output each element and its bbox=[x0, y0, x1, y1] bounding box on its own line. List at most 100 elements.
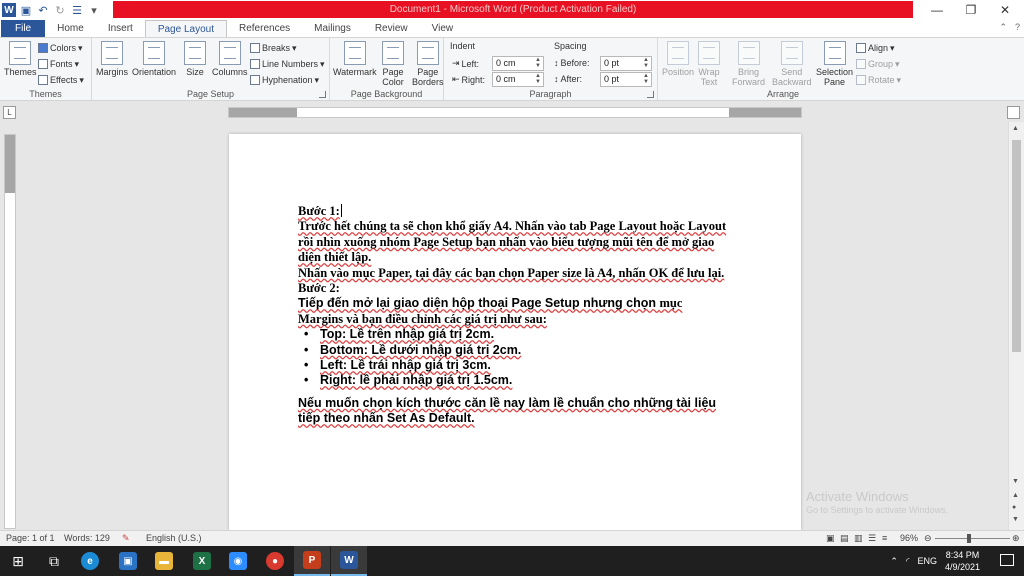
save-icon[interactable]: ▣ bbox=[19, 3, 33, 17]
select-browse-object-icon[interactable]: ● bbox=[1012, 504, 1016, 511]
page-setup-launcher-icon[interactable] bbox=[319, 91, 326, 98]
zoom-in-icon[interactable]: ⊕ bbox=[1012, 533, 1020, 544]
outline-icon[interactable]: ☰ bbox=[868, 533, 876, 544]
file-explorer-icon[interactable]: ▬ bbox=[146, 546, 182, 576]
word-taskbar-icon[interactable]: W bbox=[331, 546, 367, 576]
store-icon[interactable]: ▣ bbox=[110, 546, 146, 576]
redo-icon[interactable]: ↻ bbox=[53, 3, 67, 17]
ruler-left-margin bbox=[229, 108, 297, 117]
restore-button[interactable]: ❐ bbox=[954, 0, 988, 20]
align-button[interactable]: Align ▾ bbox=[856, 41, 895, 55]
language-status[interactable]: English (U.S.) bbox=[146, 533, 202, 543]
close-button[interactable]: ✕ bbox=[988, 0, 1022, 20]
view-ruler-icon[interactable] bbox=[1007, 106, 1020, 119]
indent-right-spin-icon[interactable]: ▲ ▼ bbox=[535, 73, 541, 85]
numbering-icon[interactable]: ☰ bbox=[70, 3, 84, 17]
undo-icon[interactable]: ↶ bbox=[36, 3, 50, 17]
effects-button[interactable]: Effects ▾ bbox=[38, 73, 84, 87]
vertical-ruler[interactable] bbox=[4, 134, 16, 529]
step1-paragraph-1: Trước hết chúng ta sẽ chọn khổ giấy A4. … bbox=[298, 219, 727, 265]
task-view-icon[interactable]: ⧉ bbox=[36, 546, 72, 576]
bring-forward-icon bbox=[737, 41, 760, 65]
wrap-text-button[interactable]: Wrap Text bbox=[698, 41, 720, 87]
collapse-ribbon-icon[interactable]: ⌃ bbox=[999, 22, 1007, 33]
show-hidden-icons-icon[interactable]: ⌃ bbox=[890, 556, 898, 567]
watermark-button[interactable]: Watermark bbox=[333, 41, 377, 77]
tab-mailings[interactable]: Mailings bbox=[302, 20, 363, 37]
page-color-button[interactable]: Page Color bbox=[382, 41, 404, 87]
notification-center-icon[interactable] bbox=[1000, 554, 1014, 566]
tab-review[interactable]: Review bbox=[363, 20, 420, 37]
clock[interactable]: 8:34 PM 4/9/2021 bbox=[945, 549, 980, 573]
network-icon[interactable]: ◜ bbox=[906, 556, 910, 567]
indent-left-input[interactable]: 0 cm ▲ ▼ bbox=[492, 56, 544, 71]
proofing-icon[interactable]: ✎ bbox=[122, 533, 130, 544]
line-numbers-button[interactable]: Line Numbers ▾ bbox=[250, 57, 325, 71]
tab-references[interactable]: References bbox=[227, 20, 302, 37]
tab-insert[interactable]: Insert bbox=[96, 20, 145, 37]
orientation-button[interactable]: Orientation bbox=[132, 41, 176, 77]
full-screen-reading-icon[interactable]: ▤ bbox=[840, 533, 849, 544]
indent-left-spin-icon[interactable]: ▲ ▼ bbox=[535, 57, 541, 69]
tab-view[interactable]: View bbox=[420, 20, 466, 37]
margins-button[interactable]: Margins bbox=[96, 41, 128, 77]
next-page-icon[interactable]: ▼ bbox=[1012, 516, 1019, 523]
start-icon[interactable]: ⊞ bbox=[0, 546, 36, 576]
horizontal-ruler[interactable] bbox=[228, 107, 802, 118]
page-count[interactable]: Page: 1 of 1 bbox=[6, 533, 55, 543]
chrome-icon[interactable]: ● bbox=[257, 546, 293, 576]
fonts-button[interactable]: Fonts ▾ bbox=[38, 57, 79, 71]
customize-qat-icon[interactable]: ▾ bbox=[87, 3, 101, 17]
bring-forward-button[interactable]: Bring Forward bbox=[732, 41, 765, 87]
word-count[interactable]: Words: 129 bbox=[64, 533, 110, 543]
tab-home[interactable]: Home bbox=[45, 20, 96, 37]
zoom-out-icon[interactable]: ⊖ bbox=[924, 533, 932, 544]
web-layout-icon[interactable]: ▥ bbox=[854, 533, 863, 544]
minimize-button[interactable]: — bbox=[920, 0, 954, 20]
previous-page-icon[interactable]: ▲ bbox=[1012, 492, 1019, 499]
indent-right-input[interactable]: 0 cm ▲ ▼ bbox=[492, 72, 544, 87]
spacing-before-spin-icon[interactable]: ▲ ▼ bbox=[643, 57, 649, 69]
excel-icon[interactable]: X bbox=[184, 546, 220, 576]
scroll-thumb[interactable] bbox=[1012, 140, 1021, 352]
draft-icon[interactable]: ≡ bbox=[882, 533, 887, 543]
zoom-app-icon[interactable]: ◉ bbox=[220, 546, 256, 576]
paragraph-launcher-icon[interactable] bbox=[647, 91, 654, 98]
themes-button[interactable]: Themes bbox=[4, 41, 37, 77]
help-icon[interactable]: ? bbox=[1015, 22, 1020, 33]
zoom-level[interactable]: 96% bbox=[900, 533, 918, 543]
input-language[interactable]: ENG bbox=[917, 556, 937, 566]
hyphenation-icon bbox=[250, 75, 260, 85]
tab-file[interactable]: File bbox=[1, 20, 46, 37]
spacing-after-spin-icon[interactable]: ▲ ▼ bbox=[643, 73, 649, 85]
document-page[interactable]: Bước 1: Trước hết chúng ta sẽ chọn khổ g… bbox=[229, 134, 801, 530]
paragraph-group-label: Paragraph bbox=[529, 89, 572, 99]
scroll-down-icon[interactable]: ▼ bbox=[1012, 478, 1019, 485]
edge-icon[interactable]: e bbox=[72, 546, 108, 576]
spacing-before-value: 0 pt bbox=[604, 58, 620, 68]
scroll-up-icon[interactable]: ▲ bbox=[1012, 125, 1019, 132]
rotate-button[interactable]: Rotate ▾ bbox=[856, 73, 901, 87]
document-body[interactable]: Bước 1: Trước hết chúng ta sẽ chọn khổ g… bbox=[298, 204, 728, 427]
size-button[interactable]: Size bbox=[184, 41, 206, 77]
send-backward-button[interactable]: Send Backward bbox=[772, 41, 812, 87]
vertical-scrollbar[interactable]: ▲ ▼ ▲ ● ▼ bbox=[1008, 122, 1024, 530]
hyphenation-button[interactable]: Hyphenation ▾ bbox=[250, 73, 319, 87]
columns-button[interactable]: Columns bbox=[212, 41, 248, 77]
colors-button[interactable]: Colors ▾ bbox=[38, 41, 83, 55]
tab-page-layout[interactable]: Page Layout bbox=[144, 20, 227, 37]
page-borders-button[interactable]: Page Borders bbox=[412, 41, 444, 87]
spacing-before-input[interactable]: 0 pt ▲ ▼ bbox=[600, 56, 652, 71]
zoom-slider-thumb[interactable] bbox=[967, 534, 971, 543]
group-button[interactable]: Group ▾ bbox=[856, 57, 900, 71]
powerpoint-icon[interactable]: P bbox=[294, 546, 330, 576]
print-layout-icon[interactable]: ▣ bbox=[826, 533, 835, 544]
word-logo-icon[interactable]: W bbox=[2, 3, 16, 17]
position-button[interactable]: Position bbox=[662, 41, 694, 77]
spacing-after-input[interactable]: 0 pt ▲ ▼ bbox=[600, 72, 652, 87]
send-backward-icon bbox=[780, 41, 803, 65]
zoom-slider[interactable] bbox=[935, 538, 1010, 539]
breaks-button[interactable]: Breaks ▾ bbox=[250, 41, 297, 55]
selection-pane-button[interactable]: Selection Pane bbox=[816, 41, 853, 87]
tab-selector-icon[interactable]: L bbox=[3, 106, 16, 119]
